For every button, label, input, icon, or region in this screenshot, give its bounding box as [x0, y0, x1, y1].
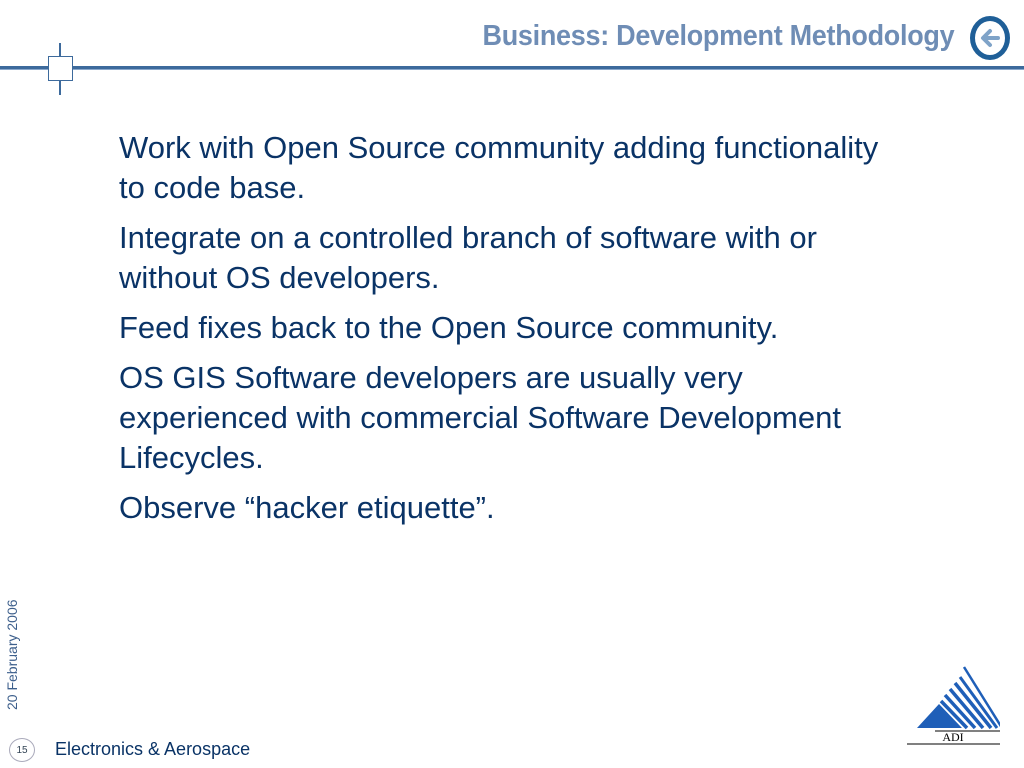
adi-logo: ADI — [907, 666, 1000, 745]
bullet-line: Observe “hacker etiquette”. — [119, 490, 495, 525]
bullet-line: Lifecycles. — [119, 440, 264, 475]
footer-division: Electronics & Aerospace — [55, 739, 251, 759]
header-rule — [0, 66, 1024, 70]
back-arrow-icon — [981, 29, 1000, 47]
bullet-line: OS GIS Software developers are usually v… — [119, 360, 743, 395]
slide-date: 20 February 2006 — [4, 599, 20, 710]
bullet-item: Observe “hacker etiquette”. — [119, 488, 999, 528]
bullet-line: experienced with commercial Software Dev… — [119, 400, 841, 435]
back-button[interactable] — [970, 16, 1010, 60]
page-number: 15 — [9, 738, 35, 762]
bullet-line: without OS developers. — [119, 260, 440, 295]
slide-title: Business: Development Methodology — [482, 20, 954, 52]
crosshair-box-decoration — [48, 56, 73, 81]
bullet-list: Work with Open Source community adding f… — [119, 128, 999, 538]
bullet-line: to code base. — [119, 170, 306, 205]
bullet-item: OS GIS Software developers are usually v… — [119, 358, 999, 478]
bullet-item: Work with Open Source community adding f… — [119, 128, 999, 208]
bullet-item: Integrate on a controlled branch of soft… — [119, 218, 999, 298]
svg-text:ADI: ADI — [942, 730, 963, 744]
bullet-line: Work with Open Source community adding f… — [119, 130, 879, 165]
bullet-line: Feed fixes back to the Open Source commu… — [119, 310, 779, 345]
bullet-item: Feed fixes back to the Open Source commu… — [119, 308, 999, 348]
bullet-line: Integrate on a controlled branch of soft… — [119, 220, 817, 255]
